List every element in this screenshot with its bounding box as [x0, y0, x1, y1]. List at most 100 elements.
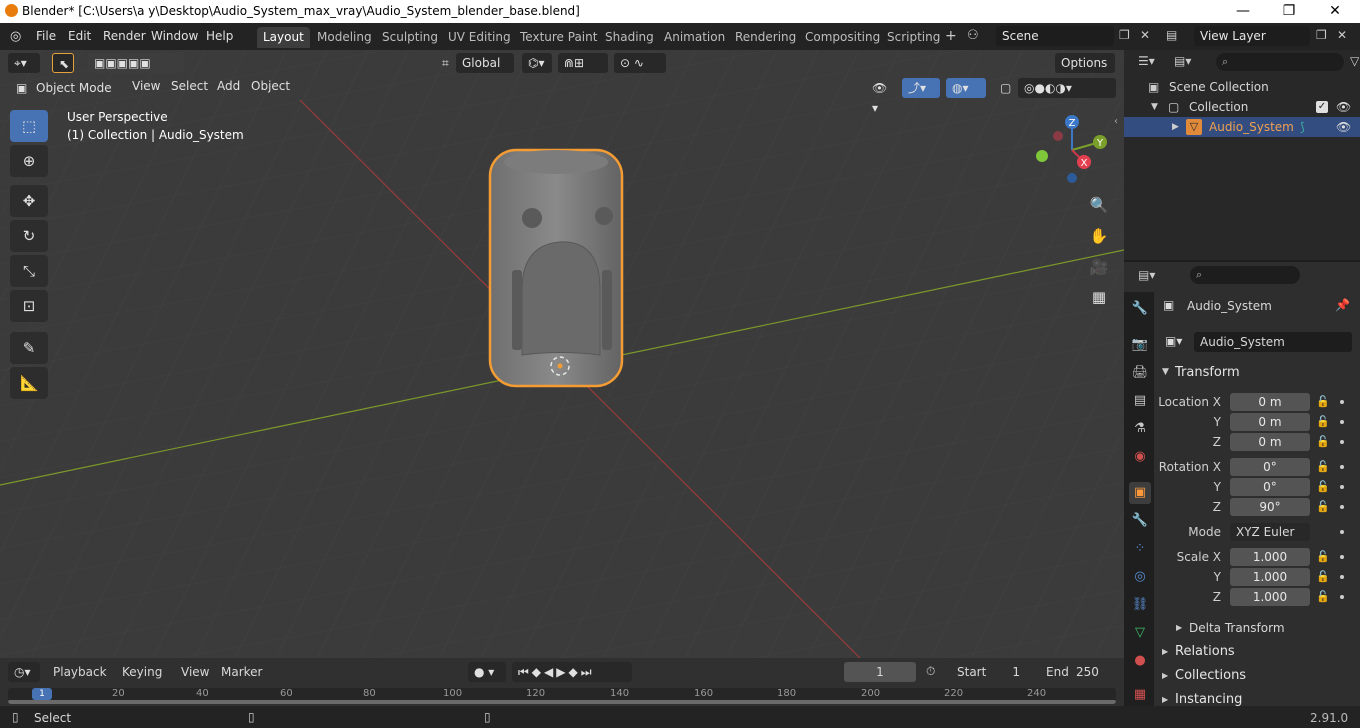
cursor-tool[interactable]: ⊕: [10, 145, 48, 177]
instancing-panel[interactable]: Instancing: [1175, 692, 1242, 707]
blender-menu-icon[interactable]: ◎: [10, 29, 26, 44]
transform-collapse-icon[interactable]: ▼: [1162, 367, 1169, 377]
render-tab-icon[interactable]: 📷: [1129, 334, 1151, 356]
view-layer-new-icon[interactable]: ❐: [1316, 28, 1327, 42]
object-name-field[interactable]: Audio_System: [1194, 332, 1352, 352]
tab-modeling[interactable]: Modeling: [311, 27, 378, 48]
options-dropdown[interactable]: Options: [1055, 53, 1115, 73]
texture-tab-icon[interactable]: ▦: [1129, 684, 1151, 706]
select-mode-icons[interactable]: ▣▣▣▣▣: [88, 53, 184, 73]
pivot-icon[interactable]: ⌬▾: [522, 53, 552, 73]
rotate-tool[interactable]: ↻: [10, 220, 48, 252]
outliner-editor-type-icon[interactable]: ☰▾: [1138, 54, 1155, 68]
keyframe-dot-icon[interactable]: [1340, 400, 1344, 404]
menu-edit[interactable]: Edit: [68, 29, 91, 43]
scale-z-field[interactable]: 1.000: [1230, 588, 1310, 606]
lock-icon[interactable]: 🔓: [1316, 461, 1330, 473]
maximize-button[interactable]: ❐: [1266, 0, 1312, 23]
object-modifier-icon[interactable]: ⟆: [1300, 117, 1305, 137]
snap-icon[interactable]: ⋒⊞: [558, 53, 608, 73]
relations-panel[interactable]: Relations: [1175, 644, 1235, 659]
outliner-row-audio-system[interactable]: ▶ ▽ Audio_System ⟆ 👁: [1124, 117, 1360, 137]
view-layer-icon[interactable]: ▤: [1166, 28, 1177, 42]
end-frame-field[interactable]: 250: [1076, 662, 1106, 682]
data-tab-icon[interactable]: ▽: [1129, 622, 1151, 644]
location-x-field[interactable]: 0 m: [1230, 393, 1310, 411]
keyframe-dot-icon[interactable]: [1340, 530, 1344, 534]
xray-icon[interactable]: ▢: [994, 78, 1014, 98]
scene-tab-icon[interactable]: ⚗: [1129, 418, 1151, 440]
select-box-tool[interactable]: ⬚: [10, 110, 48, 142]
transform-tool[interactable]: ⊡: [10, 290, 48, 322]
playhead[interactable]: 1: [32, 688, 52, 700]
object-data-icon[interactable]: ▣▾: [1165, 334, 1182, 348]
collections-expand-icon[interactable]: ▶: [1162, 671, 1168, 680]
location-y-field[interactable]: 0 m: [1230, 413, 1310, 431]
menu-window[interactable]: Window: [151, 29, 198, 43]
collection-expand-icon[interactable]: ▼: [1151, 97, 1158, 117]
delta-transform-panel[interactable]: Delta Transform: [1189, 621, 1285, 635]
tab-rendering[interactable]: Rendering: [729, 27, 802, 48]
transform-panel-title[interactable]: Transform: [1175, 365, 1240, 380]
viewport-menu-view[interactable]: View: [132, 79, 160, 93]
timeline-editor-type-icon[interactable]: ◷▾: [8, 662, 40, 682]
lock-icon[interactable]: 🔓: [1316, 396, 1330, 408]
keyframe-dot-icon[interactable]: [1340, 575, 1344, 579]
camera-icon[interactable]: 🎥: [1087, 255, 1111, 279]
select-tool-icon[interactable]: ⬉: [52, 53, 74, 73]
3d-viewport[interactable]: ⌖▾ ⬉ ▣▣▣▣▣ ⌗ Global ⌬▾ ⋒⊞ ⊙ ∿ Options ▣ …: [0, 50, 1124, 658]
move-tool[interactable]: ✥: [10, 185, 48, 217]
constraints-tab-icon[interactable]: ⛓: [1129, 594, 1151, 616]
timeline-ruler[interactable]: 1 20 40 60 80 100 120 140 160 180 200 22…: [8, 688, 1116, 704]
rotation-z-field[interactable]: 90°: [1230, 498, 1310, 516]
scale-x-field[interactable]: 1.000: [1230, 548, 1310, 566]
outliner-search-input[interactable]: ⌕: [1216, 53, 1344, 71]
lock-icon[interactable]: 🔓: [1316, 571, 1330, 583]
collection-visibility-icon[interactable]: 👁: [1336, 97, 1351, 117]
rotation-y-field[interactable]: 0°: [1230, 478, 1310, 496]
proportional-edit-icon[interactable]: ⊙ ∿: [614, 53, 666, 73]
lock-icon[interactable]: 🔓: [1316, 481, 1330, 493]
view-layer-delete-icon[interactable]: ✕: [1337, 28, 1347, 42]
viewport-menu-select[interactable]: Select: [171, 79, 208, 93]
menu-render[interactable]: Render: [103, 29, 146, 43]
timeline-playback-menu[interactable]: Playback: [53, 665, 107, 679]
view-layer-tab-icon[interactable]: ▤: [1129, 390, 1151, 412]
tab-scripting[interactable]: Scripting: [881, 27, 946, 48]
playback-controls[interactable]: ⏮◆◀▶◆⏭: [512, 662, 632, 682]
timeline-keying-menu[interactable]: Keying: [122, 665, 162, 679]
physics-tab-icon[interactable]: ◎: [1129, 566, 1151, 588]
orientation-dropdown[interactable]: Global: [456, 53, 514, 73]
gizmo-toggle-icon[interactable]: ⤴▾: [902, 78, 940, 98]
delta-transform-expand-icon[interactable]: ▶: [1176, 623, 1182, 632]
timeline-marker-menu[interactable]: Marker: [221, 665, 262, 679]
instancing-expand-icon[interactable]: ▶: [1162, 695, 1168, 704]
keyframe-dot-icon[interactable]: [1340, 485, 1344, 489]
output-tab-icon[interactable]: 🖨: [1129, 362, 1151, 384]
measure-tool[interactable]: 📐: [10, 367, 48, 399]
zoom-icon[interactable]: 🔍: [1087, 193, 1111, 217]
auto-keying-icon[interactable]: ● ▾: [468, 662, 506, 682]
current-frame-field[interactable]: 1: [844, 662, 916, 682]
collection-checkbox[interactable]: ✓: [1316, 101, 1328, 113]
collections-panel[interactable]: Collections: [1175, 668, 1246, 683]
visibility-icon[interactable]: 👁▾: [866, 78, 894, 115]
grid-icon[interactable]: ▦: [1087, 285, 1111, 309]
lock-icon[interactable]: 🔓: [1316, 551, 1330, 563]
navigation-gizmo[interactable]: Z Y X: [1030, 112, 1114, 188]
lock-icon[interactable]: 🔓: [1316, 436, 1330, 448]
tab-layout[interactable]: Layout: [257, 27, 310, 48]
sidebar-toggle-icon[interactable]: ‹: [1114, 116, 1118, 127]
tab-shading[interactable]: Shading: [599, 27, 660, 48]
outliner-row-collection[interactable]: ▼ ▢ Collection ✓ 👁: [1124, 97, 1360, 117]
scene-name-field[interactable]: Scene: [996, 26, 1114, 46]
lock-icon[interactable]: 🔓: [1316, 416, 1330, 428]
outliner-filter-icon[interactable]: ▽: [1350, 54, 1359, 68]
start-frame-field[interactable]: 1: [1000, 662, 1026, 682]
object-tab-icon[interactable]: ▣: [1129, 482, 1151, 504]
rotation-mode-dropdown[interactable]: XYZ Euler: [1230, 523, 1310, 541]
viewport-menu-add[interactable]: Add: [217, 79, 240, 93]
orientation-icon[interactable]: ⌗: [436, 53, 456, 73]
close-button[interactable]: ✕: [1312, 0, 1358, 23]
world-tab-icon[interactable]: ◉: [1129, 446, 1151, 468]
